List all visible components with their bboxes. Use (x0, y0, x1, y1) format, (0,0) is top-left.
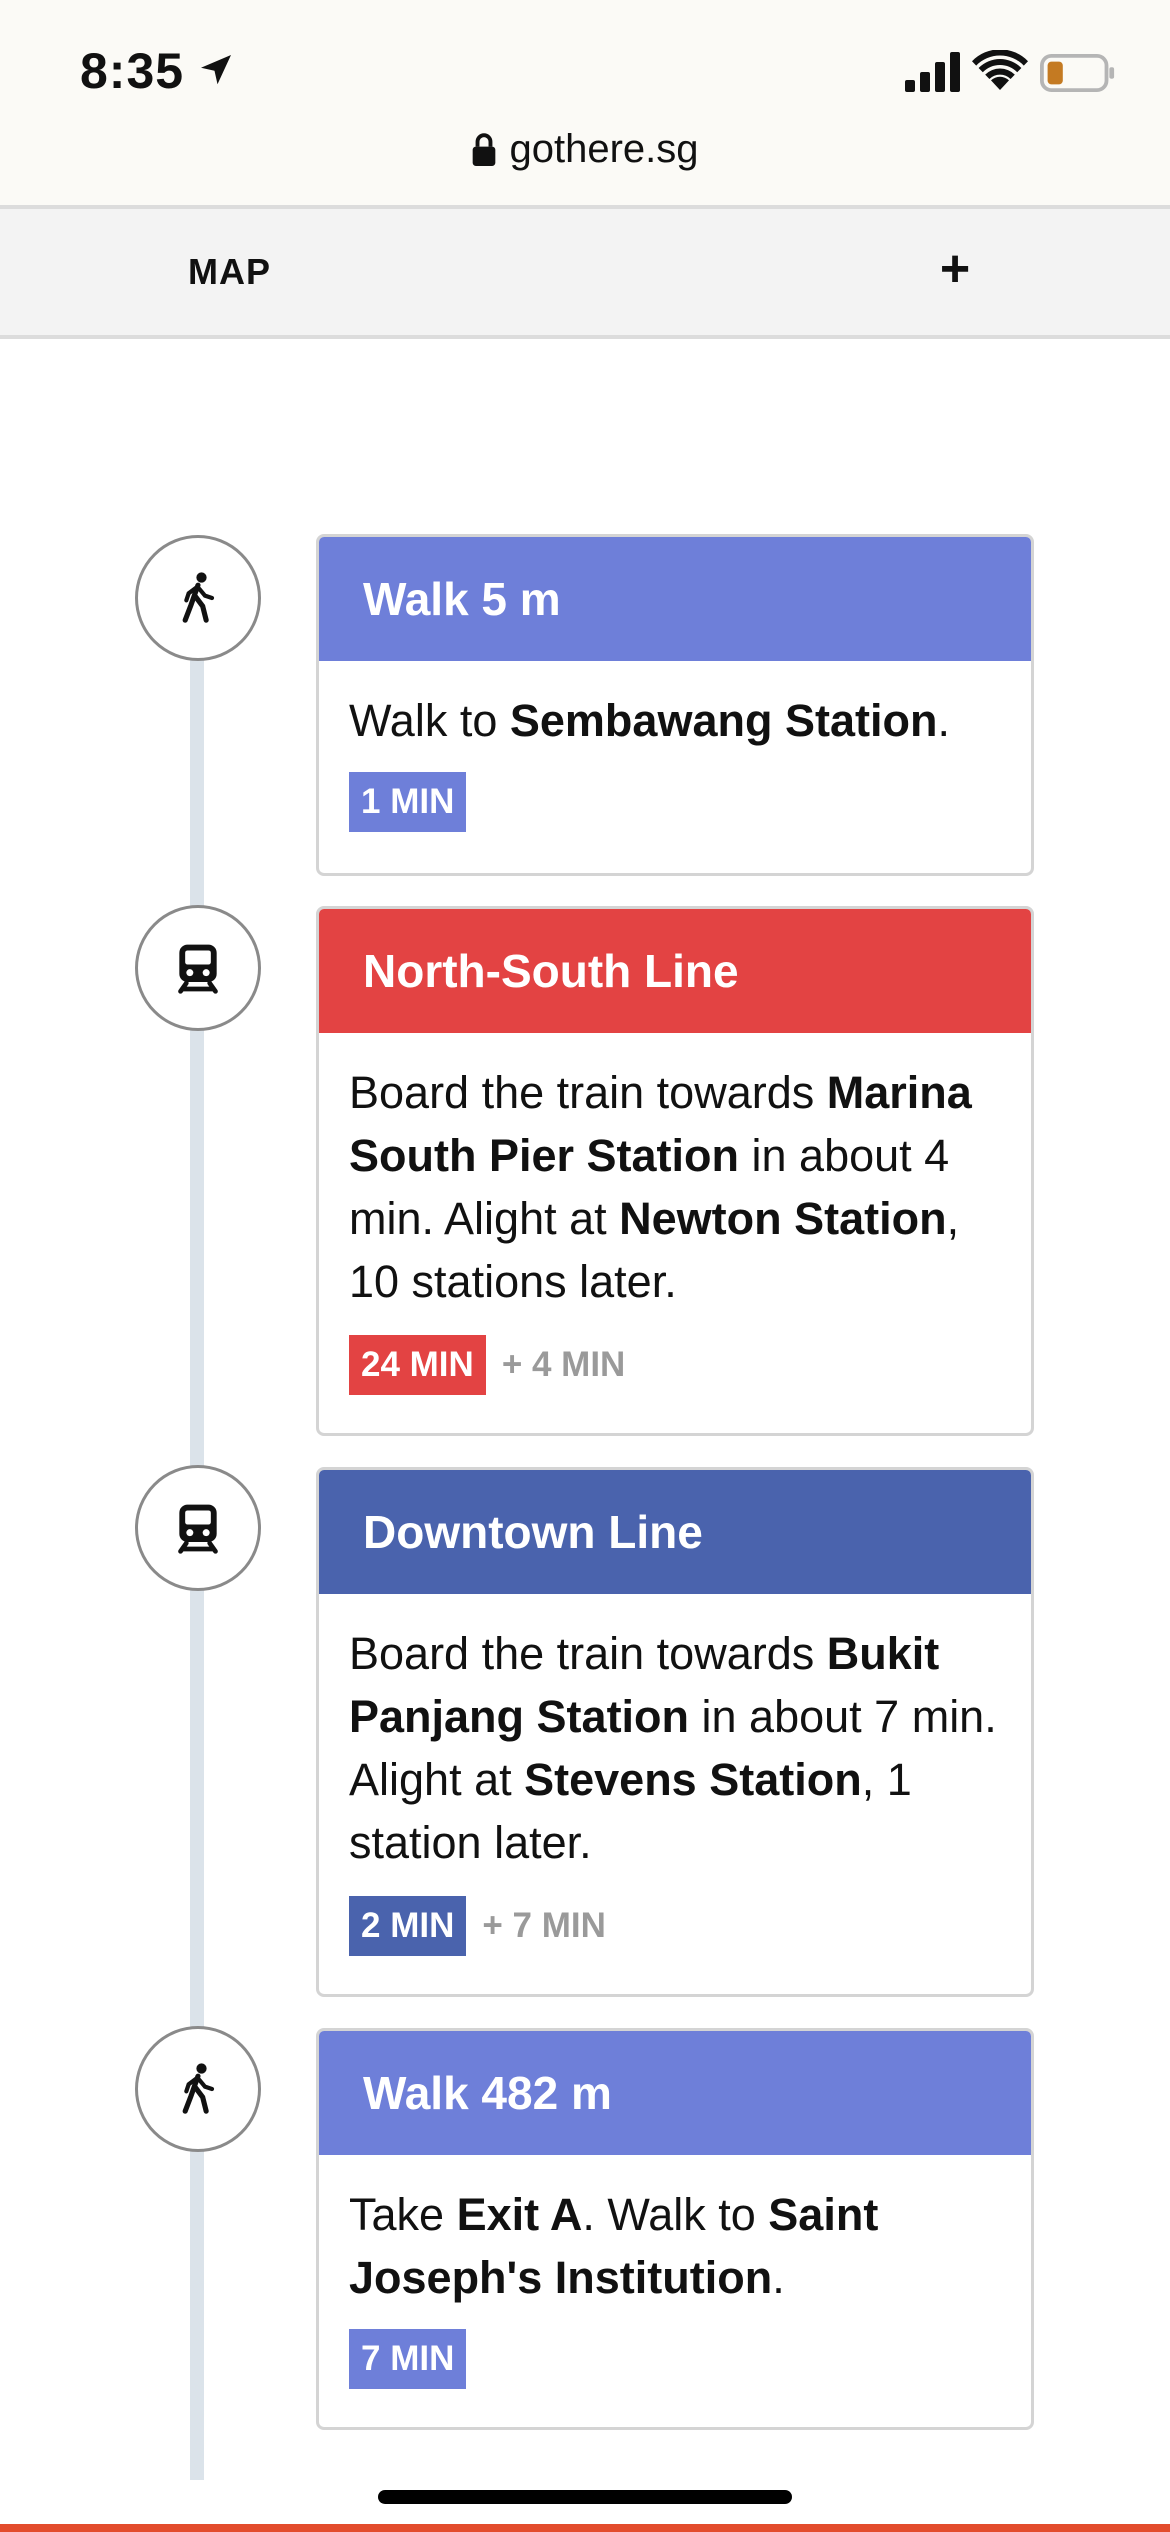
cellular-signal-icon (905, 52, 960, 92)
step-instructions: Board the train towards Bukit Panjang St… (349, 1628, 997, 1868)
step-node-train (135, 905, 261, 1031)
step-body: Board the train towards Bukit Panjang St… (319, 1594, 1031, 1993)
duration-badge: 2 MIN (349, 1895, 467, 1956)
duration-badge: 24 MIN (349, 1334, 486, 1395)
train-icon (178, 944, 218, 994)
battery-low-icon (1040, 54, 1115, 92)
walk-icon (182, 572, 215, 623)
step-header: Walk 5 m (319, 537, 1031, 661)
status-bar: 8:35 gothere.sg (0, 0, 1170, 205)
step-body: Walk to Sembawang Station. 1 MIN (319, 661, 1031, 868)
step-body: Board the train towards Marina South Pie… (319, 1033, 1031, 1432)
step-header: Walk 482 m (319, 2031, 1031, 2155)
map-toggle-button[interactable]: MAP (188, 251, 271, 293)
step-node-train (135, 1465, 261, 1591)
step-duration-row: 7 MIN (349, 2329, 1001, 2389)
duration-badge: 7 MIN (349, 2329, 467, 2389)
wait-time: + 4 MIN (501, 1345, 626, 1384)
step-duration-row: 24 MIN + 4 MIN (349, 1333, 1001, 1396)
url-text: gothere.sg (509, 126, 699, 171)
step-node-walk (135, 2026, 261, 2152)
step-card: Downtown Line Board the train towards Bu… (316, 1467, 1034, 1997)
step-body: Take Exit A. Walk to Saint Joseph's Inst… (319, 2155, 1031, 2425)
step-instructions: Take Exit A. Walk to Saint Joseph's Inst… (349, 2189, 879, 2303)
wait-time: + 7 MIN (482, 1906, 606, 1945)
walk-icon (182, 2063, 215, 2114)
lock-icon (473, 133, 496, 166)
train-icon (178, 1504, 218, 1554)
step-instructions: Walk to Sembawang Station. (349, 695, 950, 746)
step-card: North-South Line Board the train towards… (316, 906, 1034, 1436)
step-card: Walk 482 m Take Exit A. Walk to Saint Jo… (316, 2028, 1034, 2430)
status-time: 8:35 (80, 43, 185, 99)
map-bar: MAP + (0, 205, 1170, 339)
step-duration-row: 2 MIN + 7 MIN (349, 1894, 1001, 1957)
step-title: North-South Line (363, 945, 739, 997)
bottom-accent-line (0, 2524, 1170, 2532)
url-bar[interactable]: gothere.sg (0, 126, 1170, 172)
wifi-icon (972, 50, 1028, 90)
step-header: North-South Line (319, 909, 1031, 1033)
duration-badge: 1 MIN (349, 772, 467, 832)
step-title: Walk 5 m (363, 573, 561, 625)
step-title: Walk 482 m (363, 2067, 612, 2119)
step-duration-row: 1 MIN (349, 772, 1001, 832)
step-node-walk (135, 535, 261, 661)
location-arrow-icon (201, 55, 231, 85)
step-title: Downtown Line (363, 1506, 703, 1558)
step-header: Downtown Line (319, 1470, 1031, 1594)
step-instructions: Board the train towards Marina South Pie… (349, 1067, 972, 1307)
home-indicator[interactable] (378, 2490, 792, 2504)
step-card: Walk 5 m Walk to Sembawang Station. 1 MI… (316, 534, 1034, 876)
expand-plus-button[interactable]: + (930, 239, 980, 299)
